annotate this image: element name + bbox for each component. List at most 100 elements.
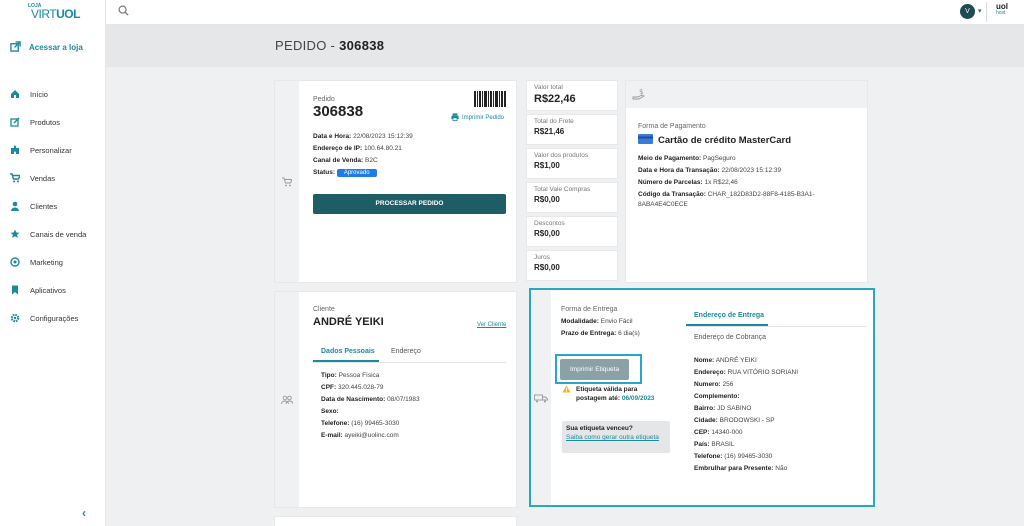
cart-icon — [10, 173, 20, 183]
sidebar: LOJA VIRTUOL Acessar a loja Início Produ… — [0, 0, 106, 526]
tab-delivery-address[interactable]: Endereço de Entrega — [686, 312, 769, 326]
print-label-button[interactable]: Imprimir Etiqueta — [560, 359, 629, 380]
sidebar-item-label: Produtos — [30, 117, 61, 127]
payment-date-row: Data e Hora da Transação: 22/08/2023 15:… — [638, 167, 782, 174]
client-type-row: Tipo: Pessoa Física — [321, 372, 380, 379]
money-hand-icon: $ — [632, 88, 646, 102]
view-client-link[interactable]: Ver Cliente — [477, 322, 506, 328]
chevron-down-icon[interactable]: ▾ — [978, 7, 982, 15]
sidebar-item-label: Personalizar — [30, 145, 72, 155]
order-status-row: Status: Aprovado — [313, 169, 413, 177]
sidebar-item-inicio[interactable]: Início — [0, 80, 106, 108]
sidebar-item-personalizar[interactable]: Personalizar — [0, 136, 106, 164]
truck-icon — [534, 394, 548, 405]
status-badge: Aprovado — [336, 169, 377, 177]
edit-icon — [10, 117, 20, 127]
address-field-row: Cidade: BRODOWSKI - SP — [694, 417, 775, 424]
tab-personal-data[interactable]: Dados Pessoais — [313, 348, 379, 362]
print-order-link[interactable]: Imprimir Pedido — [451, 113, 504, 123]
freight-total-box: Total do Frete R$21,46 — [526, 114, 618, 145]
payment-means-row: Meio de Pagamento: PagSeguro — [638, 155, 736, 162]
print-order-label: Imprimir Pedido — [462, 115, 505, 121]
payment-label: Forma de Pagamento — [638, 123, 706, 130]
sidebar-item-produtos[interactable]: Produtos — [0, 108, 106, 136]
client-tabs: Dados Pessoais Endereço — [313, 346, 506, 363]
user-avatar[interactable]: V — [960, 4, 975, 19]
address-field-row: Complemento: — [694, 393, 740, 400]
discounts-box: Descontos R$0,00 — [526, 216, 618, 247]
address-field-row: Endereço: RUA VITÓRIO SORIANI — [694, 369, 799, 376]
access-store-link[interactable]: Acessar a loja — [10, 41, 83, 54]
payment-code-row-2: 8ABA4E4C0ECE — [638, 201, 688, 208]
store-logo[interactable]: LOJA VIRTUOL — [28, 3, 80, 21]
sidebar-item-label: Configurações — [30, 313, 79, 323]
access-store-label: Acessar a loja — [29, 43, 83, 52]
sidebar-item-label: Marketing — [30, 257, 63, 267]
external-link-icon — [10, 41, 21, 54]
address-field-row: Numero: 256 — [694, 381, 734, 388]
delivery-card: Forma de Entrega Modalidade: Envio Fácil… — [529, 288, 875, 507]
order-card: Pedido 306838 Imprimir Pedido Data e Hor… — [274, 80, 517, 283]
sidebar-item-clientes[interactable]: Clientes — [0, 192, 106, 220]
order-date-row: Data e Hora: 22/08/2023 15:12:39 — [313, 133, 413, 140]
search-icon[interactable] — [118, 5, 129, 18]
client-sex-row: Sexo: — [321, 408, 339, 415]
sidebar-item-marketing[interactable]: Marketing — [0, 248, 106, 276]
client-card: Cliente ANDRÉ YEIKI Ver Cliente Dados Pe… — [274, 291, 517, 508]
warning-icon — [562, 385, 571, 403]
expired-question: Sua etiqueta venceu? — [566, 425, 633, 432]
products-value-box: Valor dos produtos R$1,00 — [526, 148, 618, 179]
order-label: Pedido — [313, 96, 335, 103]
payment-header-strip: $ — [626, 81, 867, 108]
users-icon — [281, 395, 294, 407]
address-field-row: País: BRASIL — [694, 441, 735, 448]
sidebar-item-vendas[interactable]: Vendas — [0, 164, 106, 192]
sidebar-item-label: Aplicativos — [30, 285, 66, 295]
card-strip — [275, 292, 299, 507]
address-field-row: Embrulhar para Presente: Não — [694, 465, 788, 472]
next-card-partial — [274, 516, 517, 526]
barcode-icon — [474, 91, 506, 109]
printer-icon — [451, 113, 459, 123]
generate-label-link[interactable]: Saiba como gerar outra etiqueta — [566, 434, 666, 441]
collapse-sidebar-icon[interactable]: ‹ — [82, 506, 86, 520]
delivery-address-fields: Nome: ANDRÉ YEIKI Endereço: RUA VITÓRIO … — [694, 357, 798, 477]
credit-card-icon — [638, 134, 653, 146]
client-cpf-row: CPF: 320.445.028-79 — [321, 384, 384, 391]
home-icon — [10, 89, 20, 99]
payment-method: Cartão de crédito MasterCard — [658, 134, 792, 146]
uol-host-logo[interactable]: uol host — [996, 3, 1008, 17]
svg-text:$: $ — [639, 88, 643, 96]
tab-address[interactable]: Endereço — [391, 348, 421, 360]
title-bar: PEDIDO - 306838 — [106, 25, 1024, 67]
address-field-row: Nome: ANDRÉ YEIKI — [694, 357, 757, 364]
puzzle-icon — [10, 145, 20, 155]
totals-column: Valor total R$22,46 Total do Frete R$21,46… — [526, 80, 618, 284]
process-order-button[interactable]: PROCESSAR PEDIDO — [313, 194, 506, 214]
top-bar: V ▾ uol host — [106, 0, 1024, 25]
cart-icon — [282, 177, 293, 189]
host-logo-main: uol — [996, 2, 1008, 11]
sidebar-item-canais[interactable]: Canais de venda — [0, 220, 106, 248]
address-field-row: Telefone: (16) 99465-3030 — [694, 453, 773, 460]
sidebar-item-aplicativos[interactable]: Aplicativos — [0, 276, 106, 304]
sidebar-item-label: Vendas — [30, 173, 56, 183]
order-ip-row: Endereço de IP: 100.64.80.21 — [313, 145, 402, 152]
sidebar-item-configuracoes[interactable]: Configurações — [0, 304, 106, 332]
payment-installments-row: Número de Parcelas: 1x R$22,46 — [638, 179, 738, 186]
delivery-term-row: Prazo de Entrega: 6 dia(s) — [561, 330, 640, 337]
divider — [986, 2, 987, 22]
logo-text: VIRTUOL — [31, 7, 80, 21]
page-title: PEDIDO - 306838 — [275, 38, 385, 53]
delivery-mode-row: Modalidade: Envio Fácil — [561, 318, 633, 325]
tab-billing-address[interactable]: Endereço de Cobrança — [694, 334, 766, 346]
total-value-box: Valor total R$22,46 — [526, 80, 618, 111]
sidebar-item-label: Início — [30, 89, 48, 99]
client-birth-row: Data de Nascimento: 08/07/1983 — [321, 396, 420, 403]
payment-code-row: Código da Transação: CHAR_182D83D2-88F8-… — [638, 191, 815, 198]
valid-date: 06/09/2023 — [621, 395, 655, 402]
client-label: Cliente — [313, 306, 335, 313]
order-number: 306838 — [313, 103, 364, 120]
label-validity: Etiqueta válida para postagem até: 06/09… — [562, 385, 654, 403]
voucher-total-box: Total Vale Compras R$0,00 — [526, 182, 618, 213]
